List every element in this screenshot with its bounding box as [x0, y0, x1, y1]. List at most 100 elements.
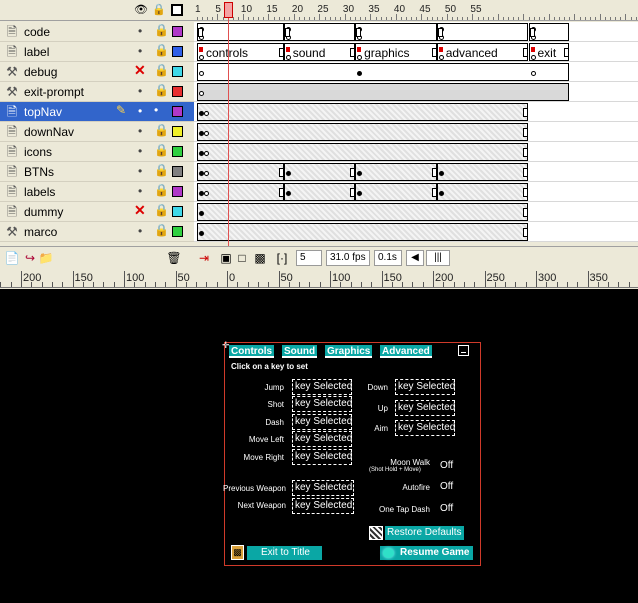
toggle-value-moon-walk[interactable]: Off [440, 460, 453, 471]
frame-span[interactable]: advanced [436, 43, 529, 61]
lock-icon[interactable]: 🔒 [154, 203, 169, 217]
outline-color-swatch[interactable] [172, 126, 183, 137]
resume-game-button[interactable]: Resume Game [380, 546, 473, 560]
layer-name[interactable]: downNav [24, 125, 74, 139]
frame-span[interactable] [283, 183, 355, 201]
layer-row-debug[interactable]: ⚒ debug ✕ 🔒 [0, 62, 194, 82]
empty-keyframe-icon[interactable] [199, 91, 204, 96]
layer-name[interactable]: code [24, 25, 50, 39]
keyframe-icon[interactable] [199, 211, 204, 216]
keyframe-icon[interactable] [357, 71, 363, 76]
layer-name[interactable]: exit-prompt [24, 85, 84, 99]
frame-span[interactable] [197, 123, 529, 141]
lock-icon[interactable]: 🔒 [154, 83, 169, 97]
layer-name[interactable]: dummy [24, 205, 63, 219]
tab-sound[interactable]: Sound [282, 345, 318, 358]
delete-layer-icon[interactable]: 🗑 [166, 250, 182, 266]
lock-icon[interactable]: 🔒 [154, 123, 169, 137]
empty-keyframe-icon[interactable] [357, 55, 363, 60]
frame-span[interactable] [197, 23, 284, 41]
layer-row-label[interactable]: 🗎 label • 🔒 [0, 42, 194, 62]
tab-controls[interactable]: Controls [229, 345, 275, 358]
empty-keyframe-icon[interactable] [285, 55, 291, 60]
empty-keyframe-icon[interactable] [204, 171, 209, 176]
frame-span[interactable] [283, 23, 355, 41]
frame-span[interactable] [283, 163, 355, 181]
frame-grid[interactable]: controls sound graphics advanced exit [194, 22, 638, 242]
visible-dot-icon[interactable]: • [138, 24, 142, 38]
tab-graphics[interactable]: Graphics [325, 345, 373, 358]
show-hide-all-eye-icon[interactable]: 👁 [134, 3, 148, 17]
frame-row[interactable] [194, 202, 638, 222]
frame-span[interactable] [197, 183, 284, 201]
frame-row[interactable] [194, 62, 638, 82]
layer-row-topNav[interactable]: 🗎 topNav ✎ • • [0, 102, 194, 122]
layer-row-code[interactable]: 🗎 code • 🔒 [0, 22, 194, 42]
frame-span[interactable] [528, 23, 570, 41]
onion-skin-icon[interactable]: ▣ [218, 250, 234, 266]
minimize-icon[interactable] [458, 345, 469, 356]
frame-span[interactable]: graphics [355, 43, 437, 61]
frame-row[interactable] [194, 22, 638, 42]
layer-row-downNav[interactable]: 🗎 downNav • 🔒 [0, 122, 194, 142]
playhead-handle[interactable] [224, 2, 233, 18]
visible-dot-icon[interactable]: • [138, 104, 142, 118]
layer-row-exit-prompt[interactable]: ⚒ exit-prompt • 🔒 [0, 82, 194, 102]
layer-name[interactable]: icons [24, 145, 52, 159]
lock-icon[interactable]: 🔒 [154, 43, 169, 57]
frame-span[interactable] [436, 183, 529, 201]
frame-span[interactable]: sound [283, 43, 355, 61]
key-selector-aim[interactable]: key Selected [395, 420, 455, 436]
key-selector-jump[interactable]: key Selected [292, 379, 352, 395]
empty-keyframe-icon[interactable] [530, 71, 536, 76]
frame-span[interactable] [197, 143, 529, 161]
outline-color-swatch[interactable] [172, 86, 183, 97]
horizontal-scroll-thumb[interactable]: ||| [426, 250, 450, 266]
modify-onion-markers-icon[interactable]: [·] [274, 250, 290, 266]
frame-span[interactable] [355, 183, 437, 201]
key-selector-down[interactable]: key Selected [395, 379, 455, 395]
layer-row-icons[interactable]: 🗎 icons • 🔒 [0, 142, 194, 162]
visible-dot-icon[interactable]: • [138, 124, 142, 138]
keyframe-icon[interactable] [199, 231, 204, 236]
insert-folder-icon[interactable]: 📁 [38, 250, 54, 266]
keyframe-icon[interactable] [357, 191, 363, 196]
outline-color-swatch[interactable] [172, 66, 183, 77]
key-selector-next-weapon[interactable]: key Selected [292, 498, 354, 514]
frame-row[interactable] [194, 182, 638, 202]
outline-all-icon[interactable] [171, 4, 183, 16]
exit-to-title-button[interactable]: ▩ Exit to Title [231, 545, 322, 560]
empty-keyframe-icon[interactable] [204, 131, 209, 136]
empty-keyframe-icon[interactable] [199, 71, 204, 76]
layer-name[interactable]: labels [24, 185, 55, 199]
frame-span[interactable]: exit [528, 43, 570, 61]
outline-color-swatch[interactable] [172, 206, 183, 217]
frame-row[interactable] [194, 122, 638, 142]
outline-color-swatch[interactable] [172, 146, 183, 157]
empty-keyframe-icon[interactable] [199, 55, 204, 60]
frame-row[interactable] [194, 142, 638, 162]
frame-span[interactable] [197, 63, 570, 81]
hidden-x-icon[interactable]: ✕ [134, 202, 146, 219]
lock-icon[interactable]: 🔒 [154, 183, 169, 197]
frame-span[interactable] [197, 223, 529, 241]
outline-color-swatch[interactable] [172, 166, 183, 177]
frame-span[interactable] [197, 203, 529, 221]
tab-advanced[interactable]: Advanced [380, 345, 432, 358]
keyframe-icon[interactable] [285, 191, 291, 196]
restore-defaults-button[interactable]: Restore Defaults [369, 526, 464, 540]
lock-all-icon[interactable]: 🔒 [152, 3, 166, 17]
layer-name[interactable]: label [24, 45, 49, 59]
key-selector-up[interactable]: key Selected [395, 400, 455, 416]
visible-dot-icon[interactable]: • [138, 44, 142, 58]
keyframe-icon[interactable] [285, 171, 291, 176]
toggle-value-autofire[interactable]: Off [440, 481, 453, 492]
outline-color-swatch[interactable] [172, 186, 183, 197]
unlocked-dot-icon[interactable]: • [154, 103, 158, 117]
add-motion-guide-icon[interactable]: ↪ [22, 250, 38, 266]
frame-rate-field[interactable]: 31.0 fps [326, 250, 370, 266]
frame-span[interactable] [197, 163, 284, 181]
keyframe-icon[interactable] [357, 171, 363, 176]
layer-name[interactable]: BTNs [24, 165, 54, 179]
empty-keyframe-icon[interactable] [204, 191, 209, 196]
